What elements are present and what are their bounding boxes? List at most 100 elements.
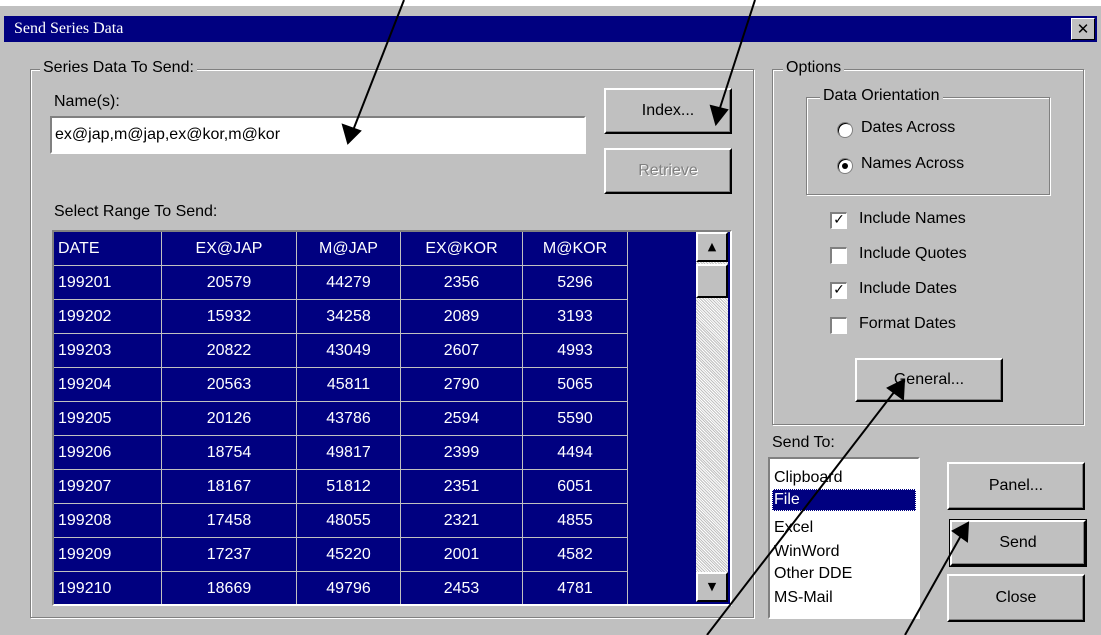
close-button[interactable]: Close [947, 574, 1085, 622]
grid-cell[interactable]: 199202 [54, 299, 162, 334]
table-row[interactable]: 199203 20822 43049 2607 4993 [54, 333, 628, 368]
grid-cell[interactable]: 5590 [522, 401, 628, 436]
grid-cell[interactable]: 4595 [523, 606, 628, 607]
grid-cell[interactable]: 199205 [54, 401, 162, 436]
grid-cell[interactable]: 2089 [400, 299, 523, 334]
grid-cell[interactable]: 45811 [296, 367, 401, 402]
grid-header[interactable]: DATE [54, 232, 162, 266]
scroll-up-button[interactable]: ▲ [696, 232, 728, 262]
scroll-thumb[interactable] [696, 264, 728, 298]
grid-cell[interactable]: 4993 [522, 333, 628, 368]
grid-cell[interactable]: 2001 [400, 537, 523, 572]
grid-cell[interactable]: 49796 [296, 571, 401, 604]
close-icon[interactable]: ✕ [1071, 18, 1095, 40]
grid-cell[interactable]: 51812 [296, 469, 401, 504]
dates-across-label[interactable]: Dates Across [861, 119, 955, 137]
grid-cell[interactable]: 4855 [522, 503, 628, 538]
grid-cell[interactable]: 49817 [296, 435, 401, 470]
grid-cell[interactable]: 19826 [162, 606, 297, 607]
grid-cell[interactable]: 48055 [296, 503, 401, 538]
include-quotes-label[interactable]: Include Quotes [859, 245, 967, 263]
names-input[interactable]: ex@jap,m@jap,ex@kor,m@kor [50, 116, 586, 154]
send-to-item[interactable]: MS-Mail [772, 587, 916, 609]
include-dates-label[interactable]: Include Dates [859, 280, 957, 298]
grid-cell[interactable]: 17237 [161, 537, 297, 572]
grid-cell[interactable]: 4582 [522, 537, 628, 572]
send-to-item-selected[interactable]: File [772, 489, 916, 511]
grid-cell[interactable]: 2607 [400, 333, 523, 368]
grid-cell[interactable]: 199211 [54, 606, 162, 607]
grid-cell[interactable]: 2399 [400, 435, 523, 470]
grid-cell[interactable]: 2605 [401, 606, 523, 607]
grid-cell[interactable]: 199201 [54, 265, 162, 300]
table-row[interactable]: 199206 18754 49817 2399 4494 [54, 435, 628, 470]
grid-cell[interactable]: 199208 [54, 503, 162, 538]
panel-button[interactable]: Panel... [947, 462, 1085, 510]
dates-across-radio[interactable] [837, 122, 853, 138]
grid-cell[interactable]: 43049 [296, 333, 401, 368]
grid-header[interactable]: EX@JAP [161, 232, 297, 266]
index-button[interactable]: Index... [604, 88, 732, 134]
grid-header[interactable]: M@KOR [522, 232, 628, 266]
grid-cell[interactable]: 2594 [400, 401, 523, 436]
grid-cell[interactable]: 43786 [296, 401, 401, 436]
grid-cell[interactable]: 18754 [161, 435, 297, 470]
table-row[interactable]: 199210 18669 49796 2453 4781 [54, 571, 628, 604]
send-to-item[interactable]: Other DDE [772, 563, 916, 585]
send-to-item[interactable]: Clipboard [772, 467, 916, 489]
include-names-label[interactable]: Include Names [859, 210, 966, 228]
grid-header[interactable]: EX@KOR [400, 232, 523, 266]
grid-cell[interactable]: 6051 [522, 469, 628, 504]
grid-cell[interactable]: 20822 [161, 333, 297, 368]
names-across-radio[interactable] [837, 158, 853, 174]
grid-cell[interactable]: 20563 [161, 367, 297, 402]
grid-cell[interactable]: 4494 [522, 435, 628, 470]
grid-cell[interactable]: 17458 [161, 503, 297, 538]
grid-cell[interactable]: 5296 [522, 265, 628, 300]
grid-cell[interactable]: 199204 [54, 367, 162, 402]
grid-cell[interactable]: 2453 [400, 571, 523, 604]
grid-cell[interactable]: 48679 [297, 606, 401, 607]
grid-cell[interactable]: 20126 [161, 401, 297, 436]
grid-cell[interactable]: 5065 [522, 367, 628, 402]
include-dates-checkbox[interactable]: ✓ [830, 282, 847, 299]
table-row[interactable]: 199202 15932 34258 2089 3193 [54, 299, 628, 334]
table-row[interactable]: 199201 20579 44279 2356 5296 [54, 265, 628, 300]
include-names-checkbox[interactable]: ✓ [830, 212, 847, 229]
grid-cell[interactable]: 20579 [161, 265, 297, 300]
data-grid[interactable]: DATE EX@JAP M@JAP EX@KOR M@KOR 199201 205… [52, 230, 732, 606]
grid-cell[interactable]: 34258 [296, 299, 401, 334]
grid-header[interactable]: M@JAP [296, 232, 401, 266]
grid-cell[interactable]: 199209 [54, 537, 162, 572]
format-dates-label[interactable]: Format Dates [859, 315, 956, 333]
send-button[interactable]: Send [949, 519, 1087, 567]
grid-cell[interactable]: 4781 [522, 571, 628, 604]
table-row[interactable]: 199208 17458 48055 2321 4855 [54, 503, 628, 538]
grid-cell[interactable]: 3193 [522, 299, 628, 334]
table-row[interactable]: 199209 17237 45220 2001 4582 [54, 537, 628, 572]
table-row[interactable]: 199204 20563 45811 2790 5065 [54, 367, 628, 402]
scroll-down-button[interactable]: ▼ [696, 572, 728, 602]
grid-cell[interactable]: 199203 [54, 333, 162, 368]
table-row[interactable]: 199211198264867926054595 [54, 606, 628, 607]
grid-cell[interactable]: 18167 [161, 469, 297, 504]
format-dates-checkbox[interactable] [830, 317, 847, 334]
grid-cell[interactable]: 2351 [400, 469, 523, 504]
title-bar[interactable]: Send Series Data ✕ [4, 16, 1097, 42]
grid-cell[interactable]: 15932 [161, 299, 297, 334]
send-to-item[interactable]: WinWord [772, 541, 916, 563]
include-quotes-checkbox[interactable] [830, 247, 847, 264]
table-row[interactable]: 199207 18167 51812 2351 6051 [54, 469, 628, 504]
send-to-list[interactable]: Clipboard File Excel WinWord Other DDE M… [768, 457, 920, 619]
names-across-label[interactable]: Names Across [861, 155, 964, 173]
grid-cell[interactable]: 44279 [296, 265, 401, 300]
grid-cell[interactable]: 199210 [54, 571, 162, 604]
grid-cell[interactable]: 2356 [400, 265, 523, 300]
retrieve-button[interactable]: Retrieve [604, 148, 732, 194]
grid-scrollbar[interactable]: ▲ ▼ [696, 232, 728, 602]
grid-cell[interactable]: 199207 [54, 469, 162, 504]
grid-cell[interactable]: 2790 [400, 367, 523, 402]
grid-cell[interactable]: 18669 [161, 571, 297, 604]
grid-cell[interactable]: 199206 [54, 435, 162, 470]
general-button[interactable]: General... [855, 358, 1003, 402]
